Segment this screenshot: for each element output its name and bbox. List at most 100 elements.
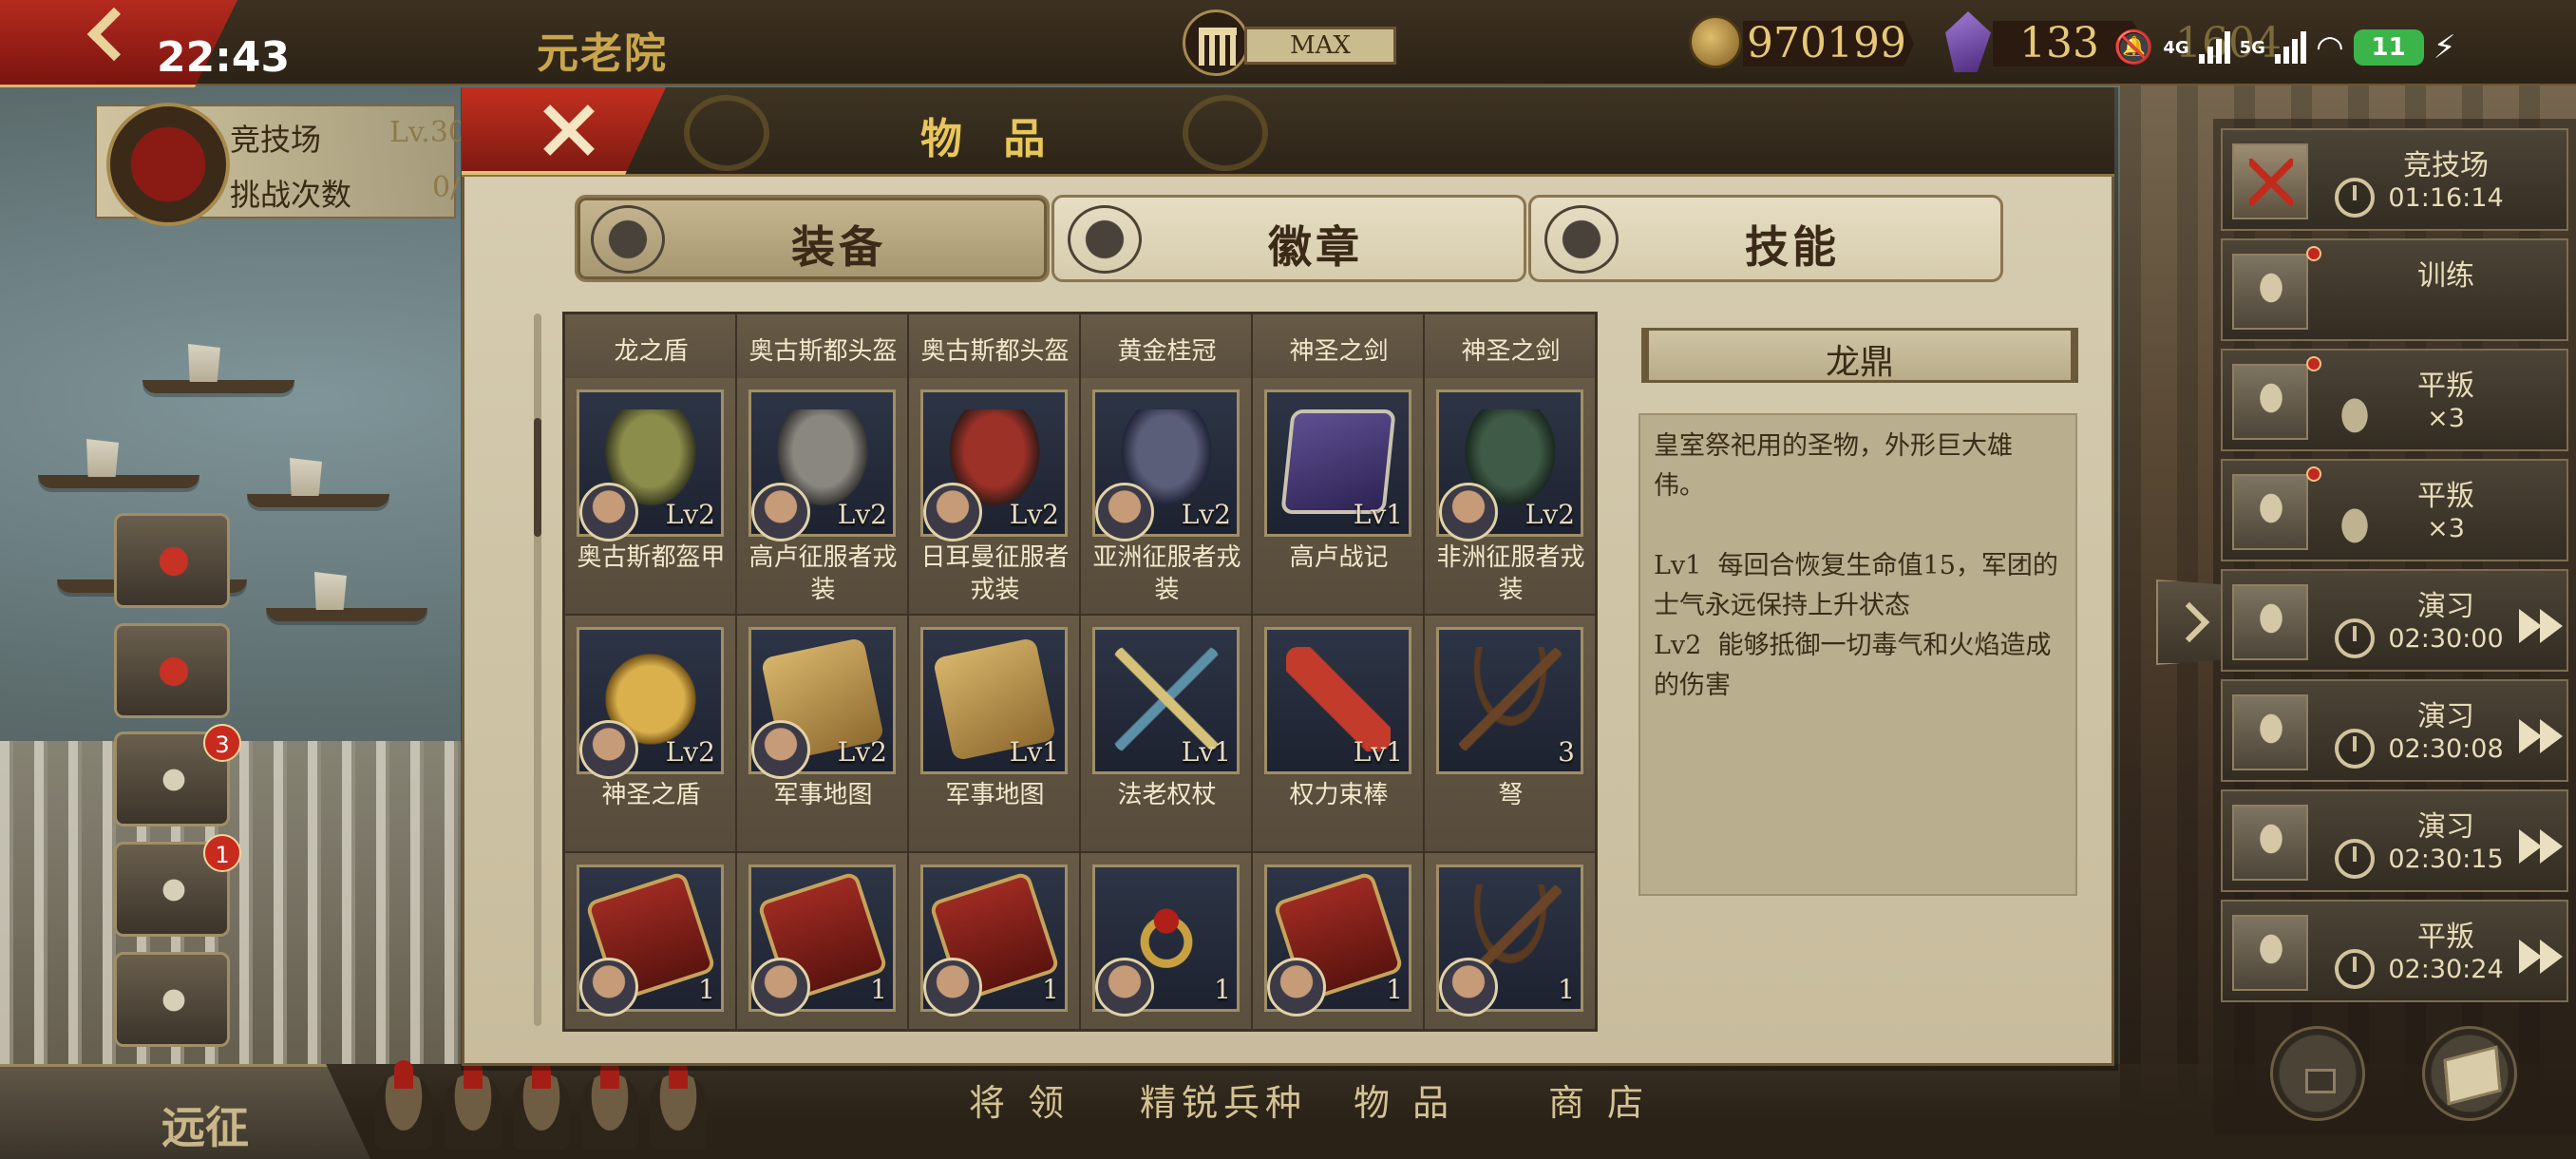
queue-item[interactable]: 演习 02:30:08 [2221, 679, 2568, 782]
ship-decoration [142, 380, 294, 393]
arena-banner-icon[interactable] [106, 103, 230, 226]
queue-item[interactable]: 平叛 02:30:24 [2221, 900, 2568, 1002]
item-cell[interactable]: Lv2 非洲征服者戎装 [1425, 378, 1595, 616]
item-cell[interactable]: Lv2 亚洲征服者戎装 [1081, 378, 1253, 616]
grid-scroll-thumb[interactable] [534, 418, 541, 537]
item-name: 神圣之剑 [1289, 337, 1389, 366]
general-helmet-icon[interactable] [375, 1060, 432, 1150]
item-cell[interactable]: Lv1 权力束棒 [1253, 616, 1425, 853]
item-name: 奥古斯都头盔 [920, 337, 1070, 366]
item-level: Lv1 [1181, 736, 1231, 768]
general-avatar [1267, 958, 1326, 1016]
notification-dot [2306, 356, 2321, 371]
tab-skills[interactable]: 技能 [1528, 195, 2003, 282]
queue-label: 演习 [2417, 590, 2474, 623]
item-cell[interactable]: Lv2 军事地图 [737, 616, 909, 853]
general-helmet-icon[interactable] [581, 1060, 638, 1150]
queue-label: 平叛 [2417, 921, 2474, 954]
signal-icon [2198, 31, 2230, 64]
item-frame: 1 [748, 864, 896, 1016]
item-level: Lv2 [837, 499, 887, 530]
item-grid: 龙之盾 奥古斯都头盔 奥古斯都头盔 黄金桂冠 神圣之剑 神圣之剑 Lv2 奥古斯都盔甲 Lv2 高… [562, 312, 1598, 1032]
general-avatar [923, 958, 982, 1016]
queue-item[interactable]: 训练 [2221, 238, 2568, 341]
battery-indicator: 11 [2353, 29, 2424, 66]
money-bag-button[interactable] [114, 513, 230, 608]
queue-label: 竞技场 [2403, 149, 2489, 182]
item-level: 1 [1558, 974, 1575, 1005]
gladiator-helmet-icon [2232, 364, 2308, 440]
general-helmet-icon[interactable] [650, 1060, 707, 1150]
item-cell[interactable]: 1 [909, 853, 1081, 1029]
item-cell[interactable]: Lv1 法老权杖 [1081, 616, 1253, 853]
crossed-swords-icon [2232, 143, 2308, 219]
queue-time: 02:30:15 [2388, 845, 2504, 874]
speed-up-icon[interactable] [2519, 609, 2565, 643]
item-cell[interactable]: 1 [1253, 853, 1425, 1029]
general-avatar [751, 720, 810, 779]
lock-button[interactable] [2270, 1026, 2365, 1121]
bottom-tab-shop[interactable]: 商 店 [1548, 1074, 1649, 1126]
speed-up-icon[interactable] [2519, 829, 2565, 864]
signal-icon [2274, 31, 2306, 64]
general-helmet-icon[interactable] [445, 1060, 502, 1150]
item-cell[interactable]: Lv2 高卢征服者戎装 [737, 378, 909, 616]
queue-item[interactable]: 平叛 ×3 [2221, 459, 2568, 561]
item-frame: 1 [920, 864, 1068, 1016]
queue-toggle-arrow[interactable] [2156, 580, 2223, 665]
item-level: Lv2 [837, 736, 887, 768]
item-cell[interactable]: Lv2 奥古斯都盔甲 [565, 378, 737, 616]
general-avatar [751, 483, 810, 542]
item-level: Lv1 [1009, 736, 1059, 768]
item-cell[interactable]: 1 [565, 853, 737, 1029]
tab-equipment[interactable]: 装备 [575, 195, 1050, 282]
queue-label: 演习 [2417, 700, 2474, 733]
colonnade-decoration [0, 741, 475, 1064]
item-cell[interactable]: Lv2 神圣之盾 [565, 616, 737, 853]
queue-item[interactable]: 平叛 ×3 [2221, 349, 2568, 451]
drill-icon [2232, 805, 2308, 881]
coin-amount[interactable]: 970199 [1743, 21, 1914, 66]
item-cell[interactable]: 3弩 [1425, 616, 1595, 853]
building-level-bar: MAX [1244, 27, 1396, 65]
laurel-crown-button[interactable] [114, 623, 230, 718]
detail-lv2-effect: Lv2 能够抵御一切毒气和火焰造成的伤害 [1654, 631, 2052, 700]
bottom-tab-elite-troops[interactable]: 精锐兵种 [1140, 1074, 1307, 1126]
expedition-button[interactable]: 远征 [0, 1064, 370, 1159]
detail-title: 龙鼎 [1825, 343, 1894, 382]
senate-building-icon[interactable] [1183, 10, 1249, 76]
bottom-tab-items[interactable]: 物 品 [1354, 1074, 1454, 1126]
queue-item[interactable]: 演习 02:30:15 [2221, 789, 2568, 892]
general-helmet-icon[interactable] [513, 1060, 570, 1150]
item-cell[interactable]: Lv1 军事地图 [909, 616, 1081, 853]
item-cell[interactable]: 1 [737, 853, 909, 1029]
bottom-tab-generals[interactable]: 将 领 [969, 1074, 1070, 1126]
item-frame: 3 [1436, 627, 1583, 774]
queue-item[interactable]: 竞技场 01:16:14 [2221, 128, 2568, 231]
item-frame: Lv2 [577, 390, 724, 542]
item-frame: 1 [1264, 864, 1411, 1016]
item-name: 权力束棒 [1289, 781, 1389, 809]
item-cell[interactable]: 1 [1425, 853, 1595, 1029]
item-cell[interactable]: Lv1 高卢战记 [1253, 378, 1425, 616]
ship-decoration [247, 494, 389, 507]
speed-up-icon[interactable] [2519, 719, 2565, 753]
item-frame: Lv2 [1436, 390, 1583, 542]
trophy-button[interactable] [114, 952, 230, 1047]
item-level: Lv2 [1009, 499, 1059, 530]
item-cell[interactable]: Lv2 日耳曼征服者戎装 [909, 378, 1081, 616]
system-status-icons: 🔕 4G 5G ◠ 11 ⚡ [2113, 27, 2456, 68]
queue-item[interactable]: 演习 02:30:00 [2221, 569, 2568, 672]
item-level: 3 [1558, 736, 1575, 768]
general-avatar [579, 720, 638, 779]
journal-button[interactable] [2422, 1026, 2517, 1121]
ship-decoration [38, 475, 199, 488]
item-cell[interactable]: 1 [1081, 853, 1253, 1029]
item-frame: Lv2 [920, 390, 1068, 542]
tab-badges[interactable]: 徽章 [1051, 195, 1526, 282]
item-frame: Lv2 [748, 627, 896, 779]
item-frame: Lv2 [748, 390, 896, 542]
item-name: 法老权杖 [1117, 781, 1217, 809]
speed-up-icon[interactable] [2519, 940, 2565, 974]
gladiator-helmet-icon [2232, 474, 2308, 550]
